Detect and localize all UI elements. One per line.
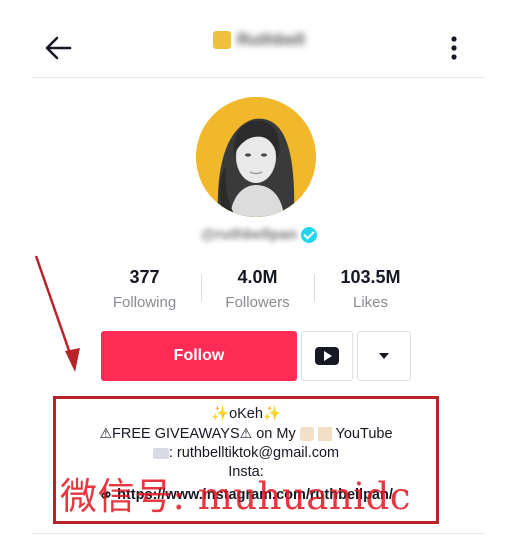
avatar-photo bbox=[196, 97, 316, 217]
link-icon bbox=[101, 491, 111, 499]
youtube-button[interactable] bbox=[301, 331, 353, 381]
header-divider bbox=[32, 77, 484, 78]
bio-line-2: ⚠FREE GIVEAWAYS⚠ on My YouTube bbox=[99, 425, 393, 442]
stat-following[interactable]: 377 Following bbox=[88, 266, 201, 312]
profile-handle: @ruthbellpan bbox=[0, 226, 518, 244]
sparkles-icon: ✨ bbox=[262, 406, 281, 422]
sparkles-icon: ✨ bbox=[211, 406, 230, 422]
stat-value: 4.0M bbox=[237, 267, 278, 287]
profile-header: Ruthbell bbox=[0, 0, 518, 80]
emoji-icon bbox=[213, 31, 231, 49]
header-title: Ruthbell bbox=[0, 30, 518, 50]
warning-icon: ⚠ bbox=[239, 425, 253, 441]
verified-badge-icon bbox=[301, 226, 318, 243]
bio-line-4: Insta: bbox=[228, 464, 264, 480]
profile-bio: ✨oKeh✨ ⚠FREE GIVEAWAYS⚠ on My YouTube : … bbox=[53, 405, 439, 505]
pointing-hand-icon bbox=[299, 427, 314, 442]
follow-button[interactable]: Follow bbox=[101, 331, 297, 381]
bio-link[interactable]: https://www.instagram.com/ruthbellpan/ bbox=[53, 486, 439, 505]
stat-label: Followers bbox=[225, 294, 290, 311]
bottom-divider bbox=[32, 533, 484, 534]
stat-likes[interactable]: 103.5M Likes bbox=[314, 266, 427, 312]
stat-label: Likes bbox=[352, 294, 389, 311]
bio-link-text: https://www.instagram.com/ruthbellpan/ bbox=[117, 487, 393, 503]
more-options-button[interactable] bbox=[357, 331, 411, 381]
envelope-icon bbox=[152, 447, 169, 459]
username: @ruthbellpan bbox=[200, 226, 298, 244]
avatar[interactable] bbox=[196, 97, 316, 217]
more-vertical-icon[interactable] bbox=[442, 30, 466, 66]
profile-stats: 377 Following 4.0M Followers 103.5M Like… bbox=[88, 266, 428, 322]
stat-value: 103.5M bbox=[340, 267, 401, 287]
youtube-icon bbox=[315, 347, 339, 365]
bio-line-1: ✨oKeh✨ bbox=[211, 406, 281, 422]
stat-followers[interactable]: 4.0M Followers bbox=[201, 266, 314, 312]
stat-label: Following bbox=[112, 294, 177, 311]
profile-name: Ruthbell bbox=[237, 30, 305, 49]
stat-value: 377 bbox=[129, 267, 160, 287]
square-emoji-icon bbox=[317, 427, 332, 442]
caret-down-icon bbox=[379, 353, 389, 359]
warning-icon: ⚠ bbox=[99, 425, 113, 441]
bio-line-3: : ruthbelltiktok@gmail.com bbox=[53, 444, 439, 463]
